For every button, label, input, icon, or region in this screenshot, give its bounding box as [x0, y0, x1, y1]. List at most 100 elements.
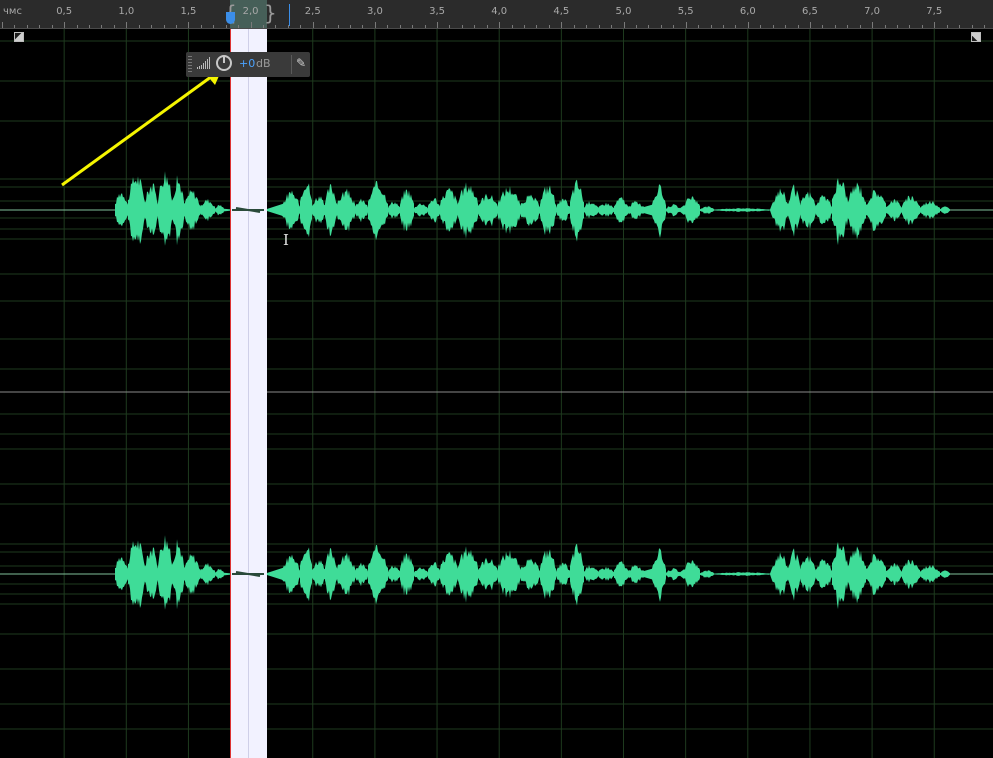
ruler-tick-label: 5,0: [615, 6, 632, 17]
playhead-marker[interactable]: [226, 12, 235, 24]
ruler-minor-tick: [685, 22, 687, 28]
ruler-minor-tick: [859, 25, 861, 28]
pin-icon[interactable]: ✎: [296, 56, 306, 70]
ruler-minor-tick: [250, 22, 252, 28]
ruler-tick-label: 4,5: [553, 6, 570, 17]
ruler-minor-tick: [573, 25, 575, 28]
gain-unit: dB: [256, 57, 271, 70]
ruler-minor-tick: [809, 22, 811, 28]
ruler-minor-tick: [449, 25, 451, 28]
gain-value[interactable]: +0: [239, 57, 255, 70]
ruler-minor-tick: [586, 25, 588, 28]
ruler-minor-tick: [64, 22, 66, 28]
ruler-minor-tick: [797, 25, 799, 28]
playhead-line: [289, 4, 290, 26]
ruler-minor-tick: [548, 25, 550, 28]
ruler-minor-tick: [872, 22, 874, 28]
ruler-minor-tick: [772, 25, 774, 28]
ruler-minor-tick: [698, 25, 700, 28]
ruler-minor-tick: [200, 25, 202, 28]
annotation-arrow-shaft: [61, 72, 216, 187]
ruler-minor-tick: [747, 22, 749, 28]
ruler-minor-tick: [909, 25, 911, 28]
ruler-minor-tick: [263, 25, 265, 28]
ruler-minor-tick: [611, 25, 613, 28]
ruler-minor-tick: [39, 25, 41, 28]
ruler-tick-label: 5,5: [677, 6, 694, 17]
selection-end-bracket[interactable]: }: [264, 2, 277, 24]
ruler-minor-tick: [921, 25, 923, 28]
ruler-minor-tick: [51, 25, 53, 28]
ruler-minor-tick: [710, 25, 712, 28]
ruler-minor-tick: [399, 25, 401, 28]
ruler-minor-tick: [188, 22, 190, 28]
ruler-tick-label: 7,0: [864, 6, 881, 17]
ruler-minor-tick: [623, 22, 625, 28]
ruler-minor-tick: [350, 25, 352, 28]
time-unit-label: чмс: [3, 6, 22, 17]
ruler-minor-tick: [163, 25, 165, 28]
waveform-canvas[interactable]: [0, 29, 993, 758]
ruler-minor-tick: [834, 25, 836, 28]
ruler-minor-tick: [499, 22, 501, 28]
ruler-minor-tick: [337, 25, 339, 28]
ruler-minor-tick: [461, 25, 463, 28]
ruler-tick-label: 0,5: [56, 6, 73, 17]
waveform-editor[interactable]: +0 dB ✎ I: [0, 29, 993, 758]
ruler-minor-tick: [325, 25, 327, 28]
ruler-minor-tick: [275, 25, 277, 28]
ruler-minor-tick: [225, 25, 227, 28]
ruler-minor-tick: [300, 25, 302, 28]
ruler-minor-tick: [474, 25, 476, 28]
ruler-tick-label: 7,5: [926, 6, 943, 17]
ruler-minor-tick: [971, 25, 973, 28]
ruler-minor-tick: [151, 25, 153, 28]
ruler-minor-tick: [412, 25, 414, 28]
ruler-minor-tick: [387, 25, 389, 28]
ruler-minor-tick: [983, 25, 985, 28]
ruler-minor-tick: [511, 25, 513, 28]
ruler-minor-tick: [213, 25, 215, 28]
ruler-tick-label: 1,5: [180, 6, 197, 17]
ruler-minor-tick: [959, 25, 961, 28]
ruler-minor-tick: [138, 25, 140, 28]
ruler-minor-tick: [896, 25, 898, 28]
gain-hud[interactable]: +0 dB ✎: [186, 52, 310, 77]
ruler-minor-tick: [660, 25, 662, 28]
knob-icon[interactable]: [216, 55, 232, 71]
ruler-minor-tick: [884, 25, 886, 28]
ruler-minor-tick: [113, 25, 115, 28]
ruler-minor-tick: [722, 25, 724, 28]
ruler-tick-label: 2,0: [242, 6, 259, 17]
ruler-minor-tick: [524, 25, 526, 28]
ruler-minor-tick: [735, 25, 737, 28]
drag-grip-icon[interactable]: [188, 56, 192, 73]
ruler-minor-tick: [76, 25, 78, 28]
zoom-corner-right-icon[interactable]: [971, 32, 981, 42]
ruler-minor-tick: [486, 25, 488, 28]
ruler-minor-tick: [598, 25, 600, 28]
ruler-minor-tick: [238, 25, 240, 28]
ruler-minor-tick: [312, 22, 314, 28]
ruler-minor-tick: [536, 25, 538, 28]
ruler-minor-tick: [561, 22, 563, 28]
ruler-minor-tick: [362, 25, 364, 28]
ruler-minor-tick: [89, 25, 90, 28]
ruler-tick-label: 6,0: [739, 6, 756, 17]
zoom-corner-left-icon[interactable]: [14, 32, 24, 42]
ruler-tick-label: 6,5: [801, 6, 818, 17]
ruler-tick-label: 4,0: [491, 6, 508, 17]
hud-separator: [291, 55, 292, 74]
ruler-minor-tick: [673, 25, 675, 28]
ruler-minor-tick: [635, 25, 637, 28]
ruler-minor-tick: [424, 25, 426, 28]
ruler-minor-tick: [176, 25, 178, 28]
ruler-tick-label: 3,0: [366, 6, 383, 17]
ruler-minor-tick: [14, 25, 16, 28]
time-ruler[interactable]: чмс { } 0,51,01,52,02,53,03,54,04,55,05,…: [0, 0, 993, 29]
ruler-minor-tick: [126, 22, 128, 28]
ruler-minor-tick: [760, 25, 762, 28]
ruler-minor-tick: [26, 25, 28, 28]
ruler-minor-tick: [101, 25, 103, 28]
ruler-minor-tick: [374, 22, 376, 28]
